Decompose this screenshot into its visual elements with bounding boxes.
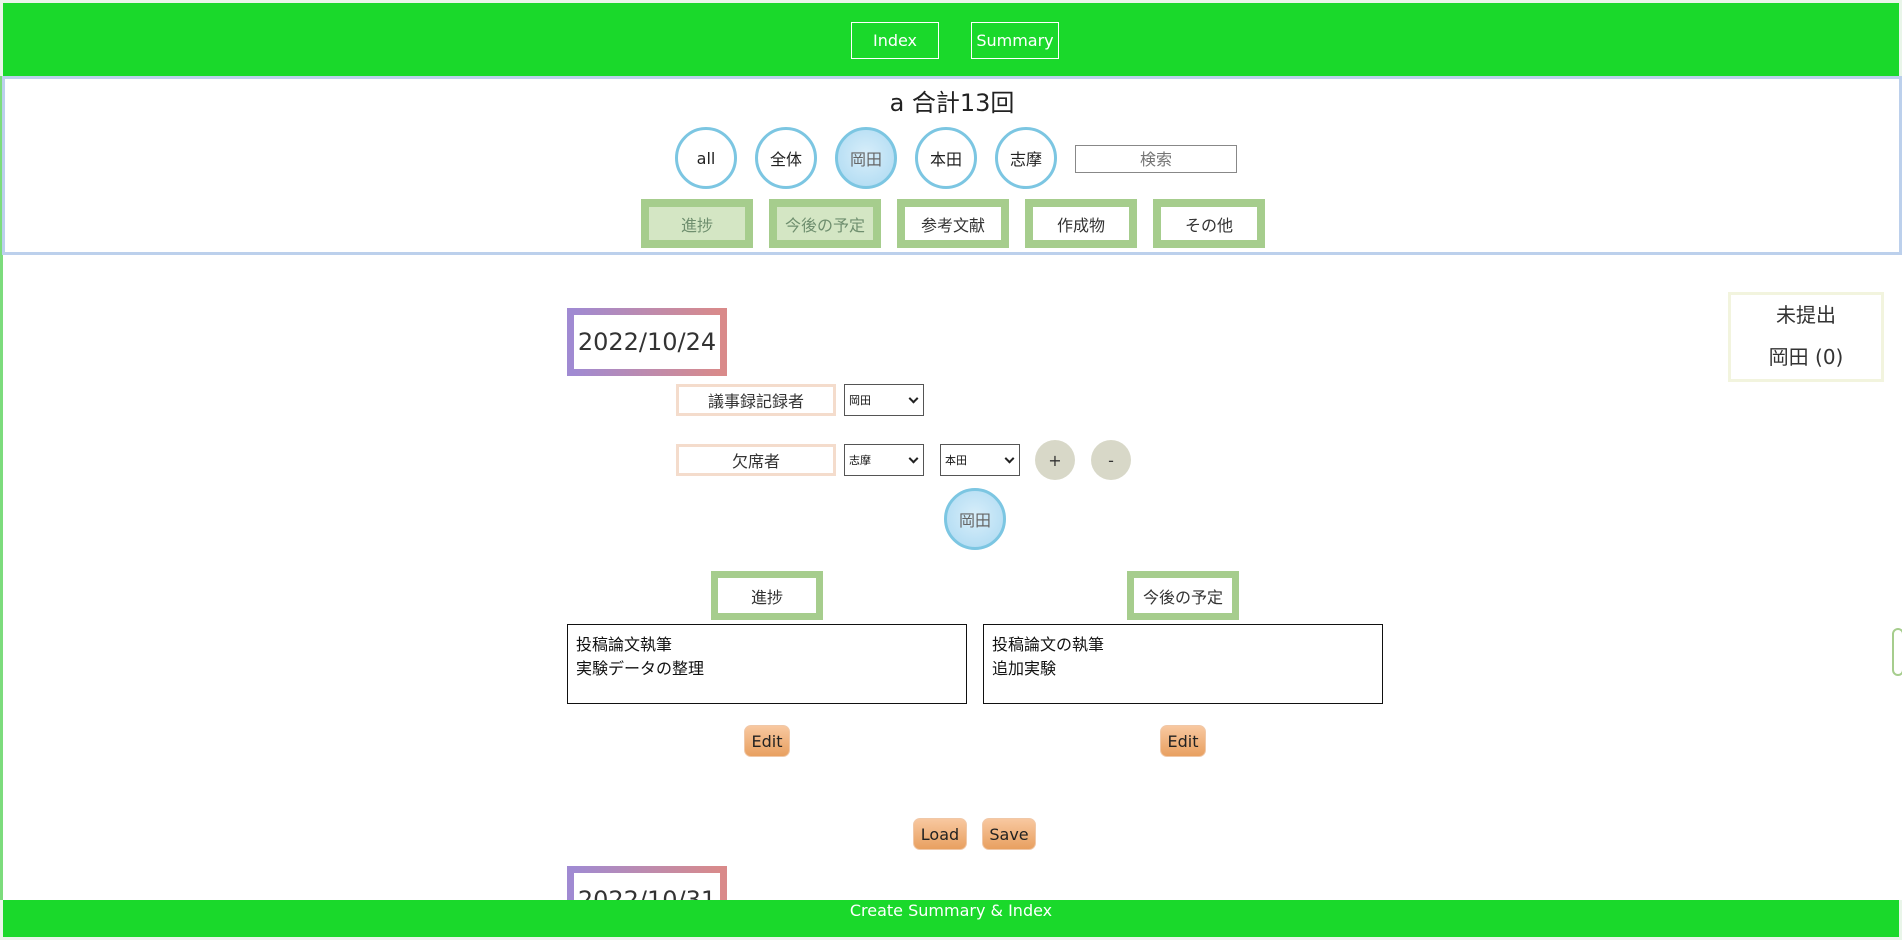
chevron-down-icon — [1004, 453, 1015, 464]
header-panel: a 合計13回 all 全体 岡田 本田 志摩 進捗 今後の予定 参考文献 作成… — [2, 76, 1902, 255]
progress-section-label: 進捗 — [711, 571, 823, 620]
member-chip[interactable]: 岡田 — [944, 488, 1006, 550]
unsubmitted-item: 岡田 (0) — [1768, 345, 1844, 369]
remove-absent-button[interactable]: - — [1091, 440, 1131, 480]
absent-label: 欠席者 — [676, 444, 836, 476]
add-absent-button[interactable]: + — [1035, 440, 1075, 480]
search-input[interactable] — [1075, 145, 1237, 173]
top-nav-bar: Index Summary — [0, 0, 1902, 76]
edit-progress-button[interactable]: Edit — [744, 725, 790, 757]
recorder-label: 議事録記録者 — [676, 384, 836, 416]
plan-textbox[interactable]: 投稿論文の執筆 追加実験 — [983, 624, 1383, 704]
absent-select-1-value: 志摩 — [849, 454, 871, 467]
recorder-select-value: 岡田 — [849, 394, 871, 407]
summary-button[interactable]: Summary — [971, 22, 1059, 59]
recorder-select[interactable]: 岡田 — [844, 384, 924, 416]
edit-plan-button[interactable]: Edit — [1160, 725, 1206, 757]
chevron-down-icon — [908, 393, 919, 404]
entry-date: 2022/10/24 — [567, 308, 727, 376]
filter-honda-button[interactable]: 本田 — [915, 127, 977, 189]
index-button[interactable]: Index — [851, 22, 939, 59]
filter-shima-button[interactable]: 志摩 — [995, 127, 1057, 189]
category-references-button[interactable]: 参考文献 — [897, 199, 1009, 248]
filter-okada-button[interactable]: 岡田 — [835, 127, 897, 189]
absent-select-2-value: 本田 — [945, 454, 967, 467]
load-button[interactable]: Load — [913, 818, 967, 850]
unsubmitted-panel: 未提出 岡田 (0) — [1728, 292, 1884, 382]
side-toggle-handle[interactable] — [1892, 628, 1902, 676]
absent-select-2[interactable]: 本田 — [940, 444, 1020, 476]
category-artifacts-button[interactable]: 作成物 — [1025, 199, 1137, 248]
plan-section-label: 今後の予定 — [1127, 571, 1239, 620]
filter-everyone-button[interactable]: 全体 — [755, 127, 817, 189]
category-other-button[interactable]: その他 — [1153, 199, 1265, 248]
save-button[interactable]: Save — [982, 818, 1036, 850]
unsubmitted-title: 未提出 — [1776, 303, 1836, 327]
progress-textbox[interactable]: 投稿論文執筆 実験データの整理 — [567, 624, 967, 704]
category-plan-button[interactable]: 今後の予定 — [769, 199, 881, 248]
chevron-down-icon — [908, 453, 919, 464]
create-summary-index-button[interactable]: Create Summary & Index — [850, 901, 1052, 937]
filter-all-button[interactable]: all — [675, 127, 737, 189]
absent-select-1[interactable]: 志摩 — [844, 444, 924, 476]
category-progress-button[interactable]: 進捗 — [641, 199, 753, 248]
page-title: a 合計13回 — [889, 89, 1015, 117]
bottom-bar: Create Summary & Index — [0, 900, 1902, 940]
